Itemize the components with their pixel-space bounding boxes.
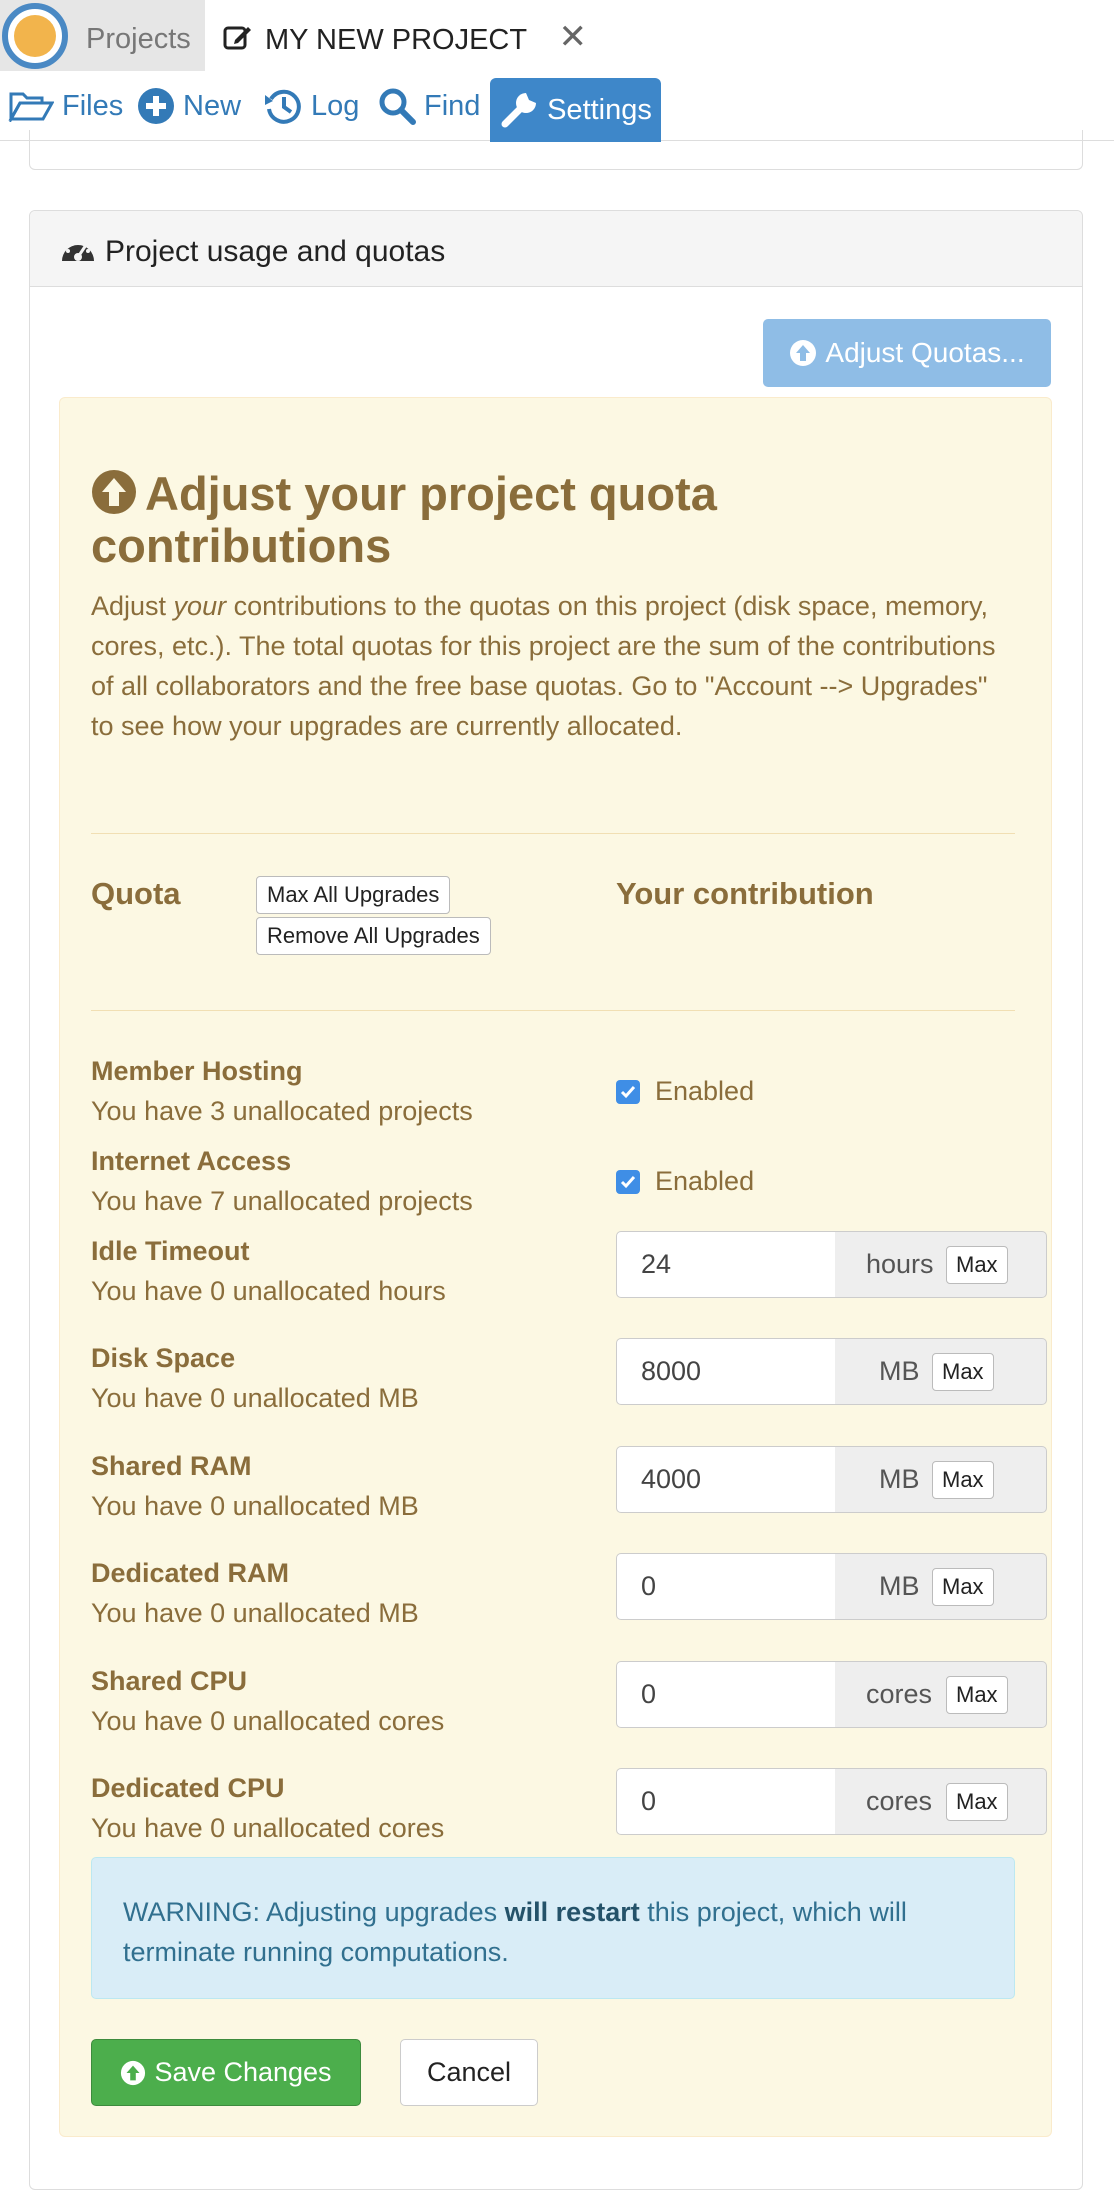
description-pre: Adjust (91, 591, 174, 621)
unit-label: hours (866, 1249, 934, 1279)
nav-files-label: Files (62, 89, 124, 122)
shared-ram-input[interactable]: 4000 (616, 1446, 836, 1513)
divider (91, 833, 1015, 834)
adjust-quotas-button[interactable]: Adjust Quotas... (763, 319, 1051, 387)
close-icon[interactable]: ✕ (559, 18, 588, 56)
disk-space-input[interactable]: 8000 (616, 1338, 836, 1405)
internet-access-sub: You have 7 unallocated projects (91, 1186, 473, 1216)
unit-label: MB (879, 1464, 920, 1494)
nav-log-label: Log (311, 89, 360, 122)
adjust-heading: Adjust your project quota contributions (91, 468, 991, 572)
save-changes-label: Save Changes (154, 2057, 332, 2087)
idle-timeout-input[interactable]: 24 (616, 1231, 836, 1298)
shared-cpu-addon: cores Max (835, 1661, 1047, 1728)
shared-ram-max-button[interactable]: Max (932, 1461, 994, 1499)
edit-icon (223, 24, 253, 57)
column-header-contribution: Your contribution (616, 876, 874, 911)
quota-sub: You have 0 unallocated MB (91, 1383, 419, 1413)
quota-title: Dedicated RAM (91, 1558, 290, 1588)
quota-sub: You have 0 unallocated cores (91, 1813, 445, 1843)
quota-title: Shared CPU (91, 1666, 248, 1696)
plus-circle-icon (138, 88, 174, 124)
arrow-circle-up-icon (92, 470, 136, 514)
member-hosting-sub: You have 3 unallocated projects (91, 1096, 473, 1126)
idle-timeout-max-button[interactable]: Max (946, 1246, 1008, 1284)
column-header-quota: Quota (91, 876, 181, 911)
quota-title: Shared RAM (91, 1451, 252, 1481)
arrow-circle-up-icon (790, 340, 817, 366)
member-hosting-checkbox[interactable] (616, 1080, 640, 1104)
usage-quotas-panel: Project usage and quotas Adjust Quotas..… (29, 210, 1083, 2190)
panel-header: Project usage and quotas (30, 211, 1082, 287)
warning-bold: will restart (504, 1897, 640, 1927)
folder-open-icon (8, 92, 54, 122)
dashboard-icon (60, 235, 96, 272)
dedicated-ram-addon: MB Max (835, 1553, 1047, 1620)
nav-settings-label: Settings (547, 93, 652, 126)
quota-title: Disk Space (91, 1343, 236, 1373)
quota-title: Idle Timeout (91, 1236, 250, 1266)
internet-access-title: Internet Access (91, 1146, 292, 1176)
adjust-description: Adjust your contributions to the quotas … (91, 586, 1011, 746)
quota-title: Dedicated CPU (91, 1773, 285, 1803)
app-logo[interactable] (2, 3, 68, 69)
quota-sub: You have 0 unallocated cores (91, 1706, 445, 1736)
internet-access-enabled-label: Enabled (655, 1166, 755, 1196)
arrow-circle-up-icon (121, 2060, 146, 2085)
warning-pre: WARNING: Adjusting upgrades (123, 1897, 505, 1927)
max-all-upgrades-button[interactable]: Max All Upgrades (256, 876, 451, 914)
unit-label: cores (866, 1786, 933, 1816)
quota-sub: You have 0 unallocated MB (91, 1491, 419, 1521)
nav-find-label: Find (424, 89, 481, 122)
disk-space-addon: MB Max (835, 1338, 1047, 1405)
nav-settings[interactable]: Settings (490, 78, 661, 142)
adjust-quotas-label: Adjust Quotas... (825, 337, 1025, 368)
search-icon (379, 88, 416, 125)
divider (91, 1010, 1015, 1011)
cancel-button[interactable]: Cancel (400, 2039, 538, 2106)
description-emphasis: your (173, 591, 227, 621)
save-changes-button[interactable]: Save Changes (91, 2039, 361, 2106)
nav-new-label: New (183, 89, 242, 122)
quota-sub: You have 0 unallocated MB (91, 1598, 419, 1628)
internet-access-checkbox[interactable] (616, 1170, 640, 1194)
shared-cpu-max-button[interactable]: Max (946, 1676, 1008, 1714)
quota-sub: You have 0 unallocated hours (91, 1276, 446, 1306)
history-icon (265, 89, 301, 124)
restart-warning: WARNING: Adjusting upgrades will restart… (91, 1857, 1015, 1999)
adjust-heading-text: Adjust your project quota contributions (91, 467, 717, 572)
dedicated-ram-input[interactable]: 0 (616, 1553, 836, 1620)
dedicated-cpu-addon: cores Max (835, 1768, 1047, 1835)
tab-projects[interactable]: Projects (86, 0, 191, 71)
remove-all-upgrades-button[interactable]: Remove All Upgrades (256, 917, 491, 955)
dedicated-ram-max-button[interactable]: Max (932, 1568, 994, 1606)
shared-cpu-input[interactable]: 0 (616, 1661, 836, 1728)
idle-timeout-addon: hours Max (835, 1231, 1047, 1298)
shared-ram-addon: MB Max (835, 1446, 1047, 1513)
unit-label: MB (879, 1571, 920, 1601)
unit-label: cores (866, 1679, 933, 1709)
adjust-quotas-well: Adjust your project quota contributions … (59, 397, 1052, 2137)
description-post: contributions to the quotas on this proj… (91, 591, 996, 741)
active-project-name: MY NEW PROJECT (265, 24, 528, 56)
panel-title: Project usage and quotas (105, 235, 446, 268)
disk-space-max-button[interactable]: Max (932, 1353, 994, 1391)
top-bar: Projects MY NEW PROJECT ✕ (0, 0, 1114, 71)
unit-label: MB (879, 1356, 920, 1386)
member-hosting-title: Member Hosting (91, 1056, 303, 1086)
member-hosting-enabled-label: Enabled (655, 1076, 755, 1106)
dedicated-cpu-max-button[interactable]: Max (946, 1783, 1008, 1821)
tab-active-project[interactable]: MY NEW PROJECT ✕ (205, 0, 605, 71)
dedicated-cpu-input[interactable]: 0 (616, 1768, 836, 1835)
wrench-icon (501, 93, 537, 128)
